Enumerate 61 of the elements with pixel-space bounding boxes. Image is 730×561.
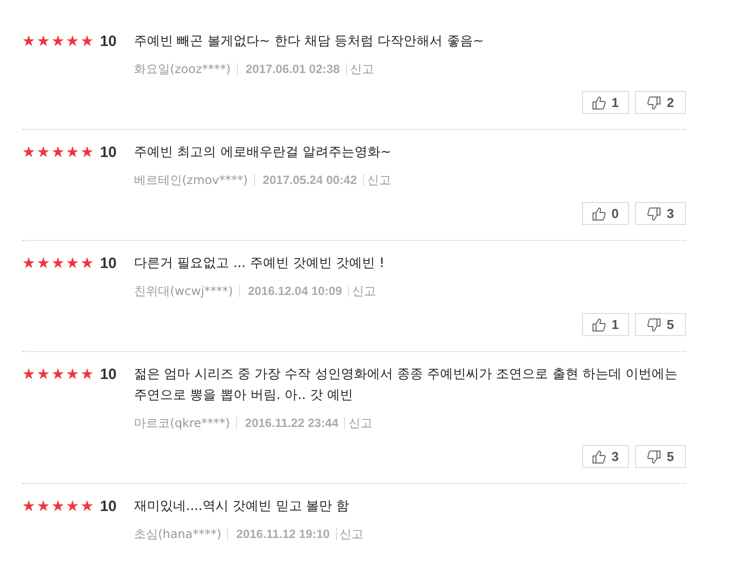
star-icon: ★ [51, 367, 66, 382]
review-text: 주예빈 빼곤 볼게없다~ 한다 채담 등처럼 다작안해서 좋음~ [134, 33, 485, 51]
review-date: 2017.06.01 02:38 [236, 63, 340, 75]
thumbs-up-icon [592, 96, 606, 110]
rating-score: 10 [100, 33, 117, 50]
star-icon: ★ [22, 499, 37, 514]
star-icon: ★ [66, 34, 80, 49]
thumbs-down-icon [646, 206, 661, 220]
thumbs-up-icon [592, 450, 606, 464]
star-icon: ★ [66, 256, 80, 271]
review-text: 재미있네....역시 갓예빈 믿고 볼만 함 [134, 498, 350, 516]
star-icon: ★ [80, 34, 95, 49]
author-name: 마르코(qkre****) [134, 415, 230, 432]
star-icon: ★ [66, 145, 80, 160]
author-name: 친위대(wcwj****) [134, 283, 233, 300]
thumbs-down-icon [646, 96, 661, 110]
thumbs-down-icon [646, 318, 661, 332]
star-icon: ★ [22, 367, 37, 382]
dislike-button[interactable]: 5 [634, 445, 686, 468]
star-icon: ★ [51, 145, 66, 160]
star-icon: ★ [51, 34, 66, 49]
review-text: 주예빈 최고의 에로배우란걸 알려주는영화~ [134, 144, 392, 162]
like-button[interactable]: 3 [582, 445, 629, 468]
thumbs-up-icon [592, 206, 606, 220]
dislike-button[interactable]: 3 [634, 202, 686, 225]
rating-score: 10 [100, 498, 117, 515]
review-date: 2016.12.04 10:09 [238, 285, 342, 297]
rating-score: 10 [100, 144, 117, 161]
star-icon: ★ [80, 499, 95, 514]
star-icon: ★ [22, 145, 37, 160]
star-icon: ★ [36, 256, 52, 271]
star-icon: ★ [51, 256, 66, 271]
thumbs-down-icon [646, 450, 661, 464]
like-button[interactable]: 1 [582, 91, 629, 114]
thumbs-up-icon [592, 318, 606, 332]
star-icon: ★ [66, 367, 80, 382]
star-icon: ★ [80, 145, 95, 160]
review-date: 2016.11.22 23:44 [236, 417, 338, 429]
star-icon: ★ [66, 499, 80, 514]
rating-score: 10 [100, 366, 117, 383]
star-icon: ★ [51, 499, 66, 514]
review-text: 젊은 엄마 시리즈 중 가장 수작 성인영화에서 종종 주예빈씨가 조연으로 출현 하는데 이번에는 주연으로 뽕을 뽑아 버림. 아.. 갓 예빈 [134, 366, 679, 405]
like-button[interactable]: 0 [582, 202, 629, 225]
like-button[interactable]: 1 [582, 313, 629, 336]
dislike-button[interactable]: 2 [634, 91, 686, 114]
star-icon: ★ [22, 34, 37, 49]
star-icon: ★ [36, 499, 52, 514]
author-name: 화요일(zooz****) [134, 61, 231, 78]
rating-score: 10 [100, 255, 117, 272]
star-icon: ★ [80, 367, 95, 382]
star-icon: ★ [22, 256, 37, 271]
star-icon: ★ [36, 145, 52, 160]
star-icon: ★ [80, 256, 95, 271]
review-date: 2016.11.12 19:10 [227, 528, 330, 540]
star-icon: ★ [36, 367, 52, 382]
dislike-button[interactable]: 5 [634, 313, 686, 336]
author-name: 초심(hana****) [134, 526, 222, 543]
star-icon: ★ [36, 34, 52, 49]
review-text: 다른거 필요없고 ... 주예빈 갓예빈 갓예빈 ! [134, 255, 386, 273]
author-name: 베르테인(zmov****) [134, 172, 248, 189]
review-date: 2017.05.24 00:42 [254, 174, 357, 186]
